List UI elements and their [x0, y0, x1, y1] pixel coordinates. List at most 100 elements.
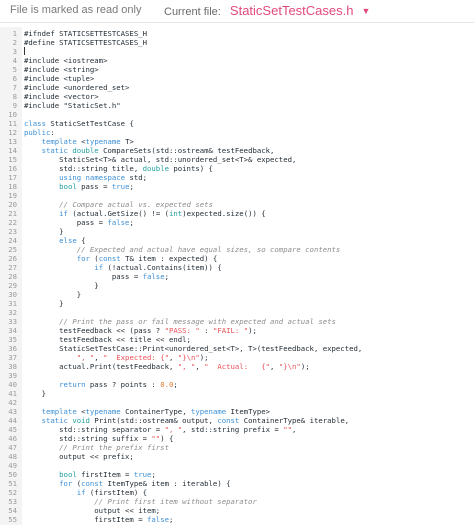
code-line[interactable]: 5 #include <string> [0, 65, 474, 74]
code-text: for (const ItemType& item : iterable) { [24, 479, 230, 488]
code-line[interactable]: 6 #include <tuple> [0, 74, 474, 83]
code-token: : [199, 326, 213, 335]
code-line[interactable]: 35 testFeedback << title << endl; [0, 335, 474, 344]
code-line[interactable]: 27 if (!actual.Contains(item)) { [0, 263, 474, 272]
code-line[interactable]: 47 // Print the prefix first [0, 443, 474, 452]
code-line[interactable]: 36 StaticSetTestCase::Print<unordered_se… [0, 344, 474, 353]
code-token: T& item : expected) { [120, 254, 218, 263]
code-token: actual.Print(testFeedback, [24, 362, 178, 371]
line-number: 16 [8, 164, 17, 173]
code-line[interactable]: 4 #include <iostream> [0, 56, 474, 65]
code-token: ; [168, 515, 174, 524]
code-token: namespace [85, 173, 126, 182]
code-line[interactable]: 19 [0, 191, 474, 200]
code-line[interactable]: 49 [0, 461, 474, 470]
code-line[interactable]: 32 [0, 308, 474, 317]
code-editor[interactable]: 1 #ifndef STATICSETTESTCASES_H 2 #define ST… [0, 27, 474, 525]
code-token: ItemType> [226, 407, 271, 416]
code-token: ( [89, 254, 99, 263]
code-line[interactable]: 38 actual.Print(testFeedback, ", ", " Ac… [0, 362, 474, 371]
code-line[interactable]: 24 else { [0, 236, 474, 245]
code-line[interactable]: 46 std::string suffix = "") { [0, 434, 474, 443]
code-line[interactable]: 29 } [0, 281, 474, 290]
code-text: actual.Print(testFeedback, ", ", " Actua… [24, 362, 310, 371]
code-line[interactable]: 48 output << prefix; [0, 452, 474, 461]
code-line[interactable]: 23 } [0, 227, 474, 236]
line-number: 13 [8, 137, 17, 146]
line-number: 18 [8, 182, 17, 191]
code-line[interactable]: 52 if (firstItem) { [0, 488, 474, 497]
code-token: StaticSetTestCase { [45, 119, 134, 128]
line-number: 10 [8, 110, 17, 119]
code-line[interactable]: 54 output << item; [0, 506, 474, 515]
code-text: output << prefix; [24, 452, 134, 461]
code-line[interactable]: 28 pass = false; [0, 272, 474, 281]
code-line[interactable]: 30 } [0, 290, 474, 299]
line-number: 35 [8, 335, 17, 344]
code-token: pass = [76, 182, 112, 191]
code-line[interactable]: 53 // Print first item without separator [0, 497, 474, 506]
code-line[interactable]: 34 testFeedback << (pass ? "PASS: " : "F… [0, 326, 474, 335]
code-line[interactable]: 55 firstItem = false; [0, 515, 474, 524]
code-line[interactable]: 11 class StaticSetTestCase { [0, 119, 474, 128]
code-line[interactable]: 8 #include <vector> [0, 92, 474, 101]
code-line[interactable]: 22 pass = false; [0, 218, 474, 227]
code-line[interactable]: 39 [0, 371, 474, 380]
code-token: ); [248, 326, 257, 335]
code-line[interactable]: 43 template <typename ContainerType, typ… [0, 407, 474, 416]
line-number: 45 [8, 425, 17, 434]
code-token: ; [164, 272, 169, 281]
code-text: StaticSetTestCase::Print<unordered_set<T… [24, 344, 362, 353]
code-line[interactable]: 31 } [0, 299, 474, 308]
code-line[interactable]: 20 // Compare actual vs. expected sets [0, 200, 474, 209]
code-line[interactable]: 21 if (actual.GetSize() != (int)expected… [0, 209, 474, 218]
code-line[interactable]: 51 for (const ItemType& item : iterable)… [0, 479, 474, 488]
code-line[interactable]: 40 return pass ? points : 0.0; [0, 380, 474, 389]
code-token: // Compare actual vs. expected sets [24, 200, 213, 209]
code-token: public [24, 128, 51, 137]
code-line[interactable]: 1 #ifndef STATICSETTESTCASES_H [0, 29, 474, 38]
code-line[interactable]: 3 [0, 47, 474, 56]
code-line[interactable]: 26 for (const T& item : expected) { [0, 254, 474, 263]
code-text: #ifndef STATICSETTESTCASES_H [24, 29, 147, 38]
code-line[interactable]: 44 static void Print(std::ostream& outpu… [0, 416, 474, 425]
code-line[interactable]: 33 // Print the pass or fail message wit… [0, 317, 474, 326]
code-line[interactable]: 18 bool pass = true; [0, 182, 474, 191]
code-line[interactable]: 15 StaticSet<T>& actual, std::unordered_… [0, 155, 474, 164]
code-line[interactable]: 17 using namespace std; [0, 173, 474, 182]
code-line[interactable]: 45 std::string separator = ", ", std::st… [0, 425, 474, 434]
code-text: std::string title, double points) { [24, 164, 213, 173]
file-dropdown-caret-icon[interactable]: ▼ [362, 6, 371, 16]
code-line[interactable]: 50 bool firstItem = true; [0, 470, 474, 479]
current-file-name[interactable]: StaticSetTestCases.h [230, 3, 354, 18]
code-token: #include <tuple> [24, 74, 95, 83]
code-line[interactable]: 12 public: [0, 128, 474, 137]
line-number: 29 [8, 281, 17, 290]
code-line[interactable]: 16 std::string title, double points) { [0, 164, 474, 173]
code-line[interactable]: 10 [0, 110, 474, 119]
code-token: testFeedback << title << endl; [24, 335, 191, 344]
code-text: class StaticSetTestCase { [24, 119, 134, 128]
code-token: ; [129, 182, 134, 191]
code-text: // Expected and actual have equal sizes,… [24, 245, 341, 254]
code-line[interactable]: 42 [0, 398, 474, 407]
code-token: } [24, 227, 64, 236]
code-line[interactable]: 41 } [0, 389, 474, 398]
line-number: 21 [8, 209, 17, 218]
code-token: firstItem = [76, 470, 134, 479]
code-token: // Print the pass or fail message with e… [24, 317, 336, 326]
code-text: output << item; [24, 506, 160, 515]
code-text [24, 47, 25, 56]
code-line[interactable]: 14 static double CompareSets(std::ostrea… [0, 146, 474, 155]
code-line[interactable]: 37 ", ", " Expected: {", "}\n"); [0, 353, 474, 362]
code-token: double [72, 146, 99, 155]
code-token: pass = [24, 272, 143, 281]
code-token: ); [300, 362, 310, 371]
code-line[interactable]: 7 #include <unordered_set> [0, 83, 474, 92]
code-line[interactable]: 25 // Expected and actual have equal siz… [0, 245, 474, 254]
code-line[interactable]: 9 #include "StaticSet.h" [0, 101, 474, 110]
code-line[interactable]: 13 template <typename T> [0, 137, 474, 146]
code-text: if (!actual.Contains(item)) { [24, 263, 221, 272]
code-line[interactable]: 2 #define STATICSETTESTCASES_H [0, 38, 474, 47]
